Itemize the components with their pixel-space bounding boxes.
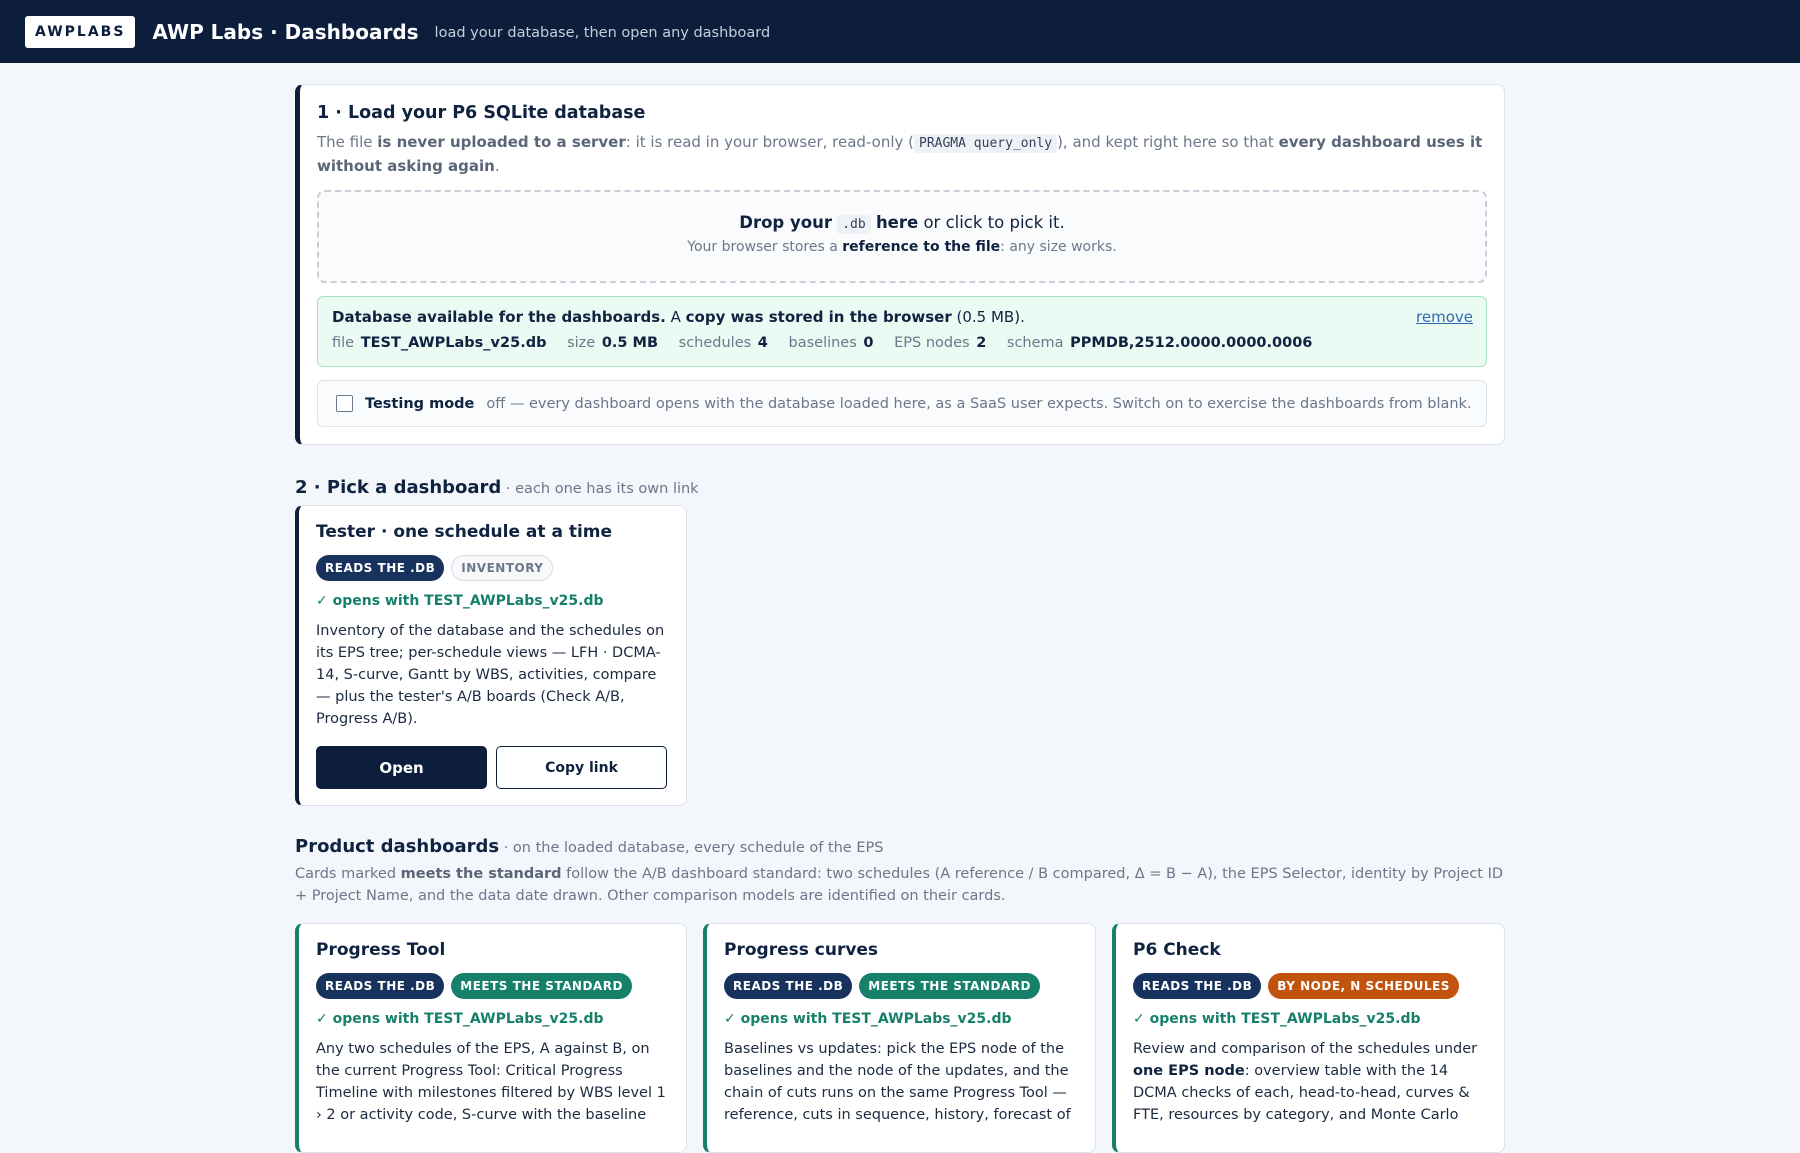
database-metadata: file TEST_AWPLabs_v25.db size 0.5 MB sch… <box>332 335 1313 351</box>
load-section-title: 1 · Load your P6 SQLite database <box>317 103 646 123</box>
eps-nodes-count: 2 <box>976 335 987 351</box>
meets-standard-badge: MEETS THE STANDARD <box>451 973 632 999</box>
card-badges: READS THE .DB INVENTORY <box>316 555 669 581</box>
testing-mode-checkbox[interactable] <box>336 395 353 412</box>
logo[interactable]: AWPLABS <box>25 15 136 48</box>
main-content: 1 · Load your P6 SQLite database The fil… <box>295 84 1505 498</box>
card-badges: READS THE .DB MEETS THE STANDARD <box>316 973 669 999</box>
product-dashboards-section: Product dashboards · on the loaded datab… <box>295 836 1505 907</box>
reads-db-badge: READS THE .DB <box>316 555 445 581</box>
database-status-box: Database available for the dashboards. A… <box>317 296 1487 367</box>
testing-mode-label: Testing mode <box>365 395 475 412</box>
opens-with-status: ✓ opens with TEST_AWPLabs_v25.db <box>1133 1011 1421 1027</box>
dropzone-label: Drop your .db here or click to pick it. <box>739 213 1065 234</box>
standard-note: Cards marked meets the standard follow t… <box>295 866 1504 904</box>
card-description: Baselines vs updates: pick the EPS node … <box>724 1041 1071 1123</box>
inventory-badge: INVENTORY <box>451 555 554 581</box>
card-description: Any two schedules of the EPS, A against … <box>316 1041 666 1123</box>
file-size-value: 0.5 MB <box>601 335 659 351</box>
opens-with-status: ✓ opens with TEST_AWPLabs_v25.db <box>316 1011 604 1027</box>
schedules-count: 4 <box>757 335 768 351</box>
product-dashboards-heading: Product dashboards · on the loaded datab… <box>295 836 884 857</box>
card-badges: READS THE .DB MEETS THE STANDARD <box>724 973 1078 999</box>
card-description: Inventory of the database and the schedu… <box>316 623 665 727</box>
baselines-count: 0 <box>863 335 874 351</box>
opens-with-status: ✓ opens with TEST_AWPLabs_v25.db <box>724 1011 1012 1027</box>
card-badges: READS THE .DB BY NODE, N SCHEDULES <box>1133 973 1487 999</box>
card-title: Progress Tool <box>316 940 446 960</box>
card-title: Tester · one schedule at a time <box>316 522 613 542</box>
p6-check-card: P6 Check READS THE .DB BY NODE, N SCHEDU… <box>1112 923 1505 1153</box>
opens-with-status: ✓ opens with TEST_AWPLabs_v25.db <box>316 593 604 609</box>
database-status-text: Database available for the dashboards. A… <box>332 308 1025 326</box>
pick-dashboard-heading: 2 · Pick a dashboard · each one has its … <box>295 477 699 498</box>
copy-link-button[interactable]: Copy link <box>496 746 667 789</box>
schema-value: PPMDB,2512.0000.0000.0006 <box>1070 335 1313 351</box>
reads-db-badge: READS THE .DB <box>724 973 853 999</box>
progress-curves-card: Progress curves READS THE .DB MEETS THE … <box>703 923 1096 1153</box>
testing-mode-description: off — every dashboard opens with the dat… <box>486 395 1472 412</box>
meets-standard-badge: MEETS THE STANDARD <box>859 973 1040 999</box>
file-name-value: TEST_AWPLabs_v25.db <box>360 335 547 351</box>
app-subtitle: load your database, then open any dashbo… <box>434 25 771 41</box>
by-node-badge: BY NODE, N SCHEDULES <box>1268 973 1459 999</box>
card-actions: Open Copy link <box>316 746 669 789</box>
remove-database-link[interactable]: remove <box>1416 308 1473 326</box>
testing-mode-row: Testing mode off — every dashboard opens… <box>317 380 1487 427</box>
card-description: Review and comparison of the schedules u… <box>1133 1041 1478 1123</box>
top-bar: AWPLABS AWP Labs · Dashboards load your … <box>0 0 1800 63</box>
app-title: AWP Labs · Dashboards <box>152 19 419 44</box>
pragma-code: PRAGMA query_only <box>914 134 1058 153</box>
dropzone-hint: Your browser stores a reference to the f… <box>687 239 1117 255</box>
reads-db-badge: READS THE .DB <box>316 973 445 999</box>
open-button[interactable]: Open <box>316 746 487 789</box>
reads-db-badge: READS THE .DB <box>1133 973 1262 999</box>
load-database-panel: 1 · Load your P6 SQLite database The fil… <box>295 84 1505 445</box>
file-dropzone[interactable]: Drop your .db here or click to pick it. … <box>317 190 1487 283</box>
progress-tool-card: Progress Tool READS THE .DB MEETS THE ST… <box>295 923 687 1153</box>
card-title: P6 Check <box>1133 940 1221 960</box>
tester-card: Tester · one schedule at a time READS TH… <box>295 505 687 806</box>
privacy-note: The file is never uploaded to a server: … <box>317 133 1483 175</box>
card-title: Progress curves <box>724 940 879 960</box>
